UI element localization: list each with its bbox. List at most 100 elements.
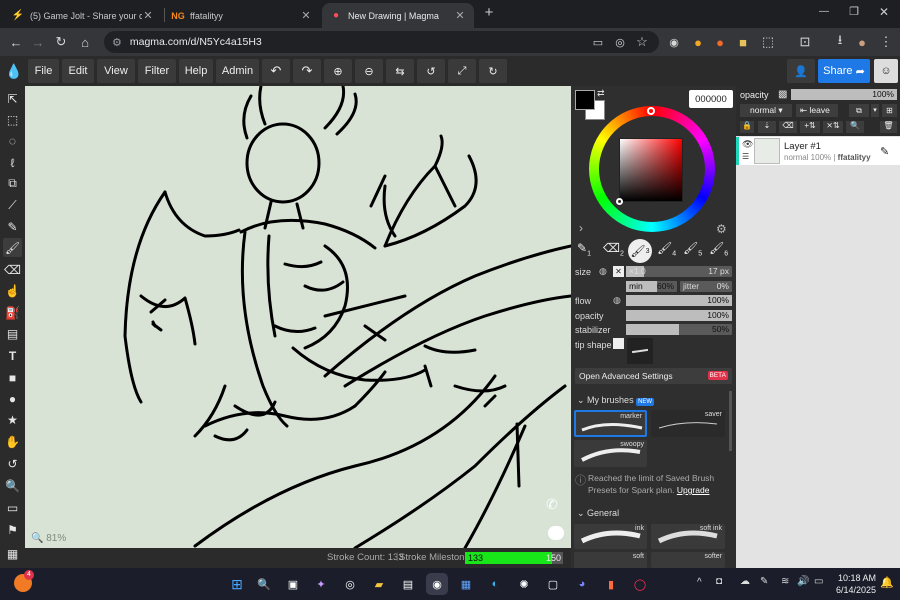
duplicate-layer-icon[interactable]: ⧉	[849, 104, 869, 117]
expand-chevron-icon[interactable]: ›	[579, 221, 583, 235]
file-explorer-icon[interactable]: ▰	[368, 573, 390, 595]
extension-icon[interactable]: ●	[710, 32, 730, 52]
new-tab-icon[interactable]: +	[480, 4, 498, 24]
zoom-in-icon[interactable]: ⊕	[324, 59, 352, 83]
clear-layer-icon[interactable]: ⌫	[779, 121, 797, 133]
layer-dropdown-icon[interactable]: ▾	[871, 104, 879, 117]
home-icon[interactable]: ⌂	[75, 32, 95, 52]
share-button[interactable]: Share ➦	[818, 59, 870, 83]
blend-mode-select[interactable]: normal ▾	[740, 104, 792, 117]
clock[interactable]: 10:18 AM 6/14/2025	[832, 572, 876, 596]
layer-visibility-icon[interactable]: 👁	[742, 139, 753, 150]
search-icon[interactable]: 🔍	[253, 573, 275, 595]
notepad-icon[interactable]: ▦	[455, 573, 477, 595]
size-slider[interactable]: ×1.0 17 px	[626, 266, 732, 277]
layer-item[interactable]: 👁 ☰ Layer #1 normal 100% | ffatalityy ✎	[736, 137, 900, 165]
brush-slot-3[interactable]: 🖌 3	[628, 239, 652, 263]
gradient-icon[interactable]: ▤	[3, 324, 22, 343]
min-slider[interactable]: min 60%	[626, 281, 677, 292]
eraser-icon[interactable]: ⌫	[3, 260, 22, 279]
hue-handle[interactable]	[647, 107, 655, 115]
film-icon[interactable]: ▦	[3, 544, 22, 563]
weather-widget-icon[interactable]: 4	[14, 570, 34, 592]
ellipse-tool-icon[interactable]: ●	[3, 389, 22, 408]
menu-help[interactable]: Help	[179, 59, 213, 83]
brush-icon[interactable]: 🖌	[3, 238, 22, 257]
restore-icon[interactable]: ❐	[846, 5, 862, 21]
minimize-icon[interactable]: —	[816, 6, 832, 22]
my-brushes-header[interactable]: ⌄ My brushes NEW	[577, 395, 655, 406]
address-bar[interactable]: ⚙ magma.com/d/N5Yc4a15H3	[104, 31, 659, 53]
lock-layer-icon[interactable]: 🔒	[740, 121, 754, 133]
task-view-icon[interactable]: ▣	[282, 573, 304, 595]
redo-icon[interactable]: ↷	[293, 59, 321, 83]
add-user-icon[interactable]: 👤	[787, 59, 815, 83]
fullscreen-icon[interactable]: ⤢	[448, 59, 476, 83]
text-tool-icon[interactable]: T	[3, 346, 22, 365]
pressure-icon[interactable]: ◍	[599, 266, 607, 277]
transform-icon[interactable]: ⧉	[3, 174, 22, 193]
menu-edit[interactable]: Edit	[62, 59, 94, 83]
circle-selection-icon[interactable]: ◌	[3, 131, 22, 150]
settings-gear-icon[interactable]: ⚙	[716, 222, 727, 236]
advanced-settings-button[interactable]: Open Advanced Settings BETA	[575, 368, 732, 384]
merge-down-icon[interactable]: ⇣	[758, 121, 776, 133]
wifi-icon[interactable]: ≋	[781, 576, 789, 587]
brush-opacity-slider[interactable]: 100%	[626, 310, 732, 321]
tray-app-icon[interactable]: ◘	[716, 576, 722, 587]
magma-logo-icon[interactable]: 💧	[3, 59, 25, 83]
pencil-icon[interactable]: ✎	[3, 217, 22, 236]
brush-preset-ink[interactable]: ink	[574, 524, 647, 549]
edge-icon[interactable]: ◐	[484, 573, 506, 595]
forward-icon[interactable]: →	[28, 32, 48, 52]
tab-gamejolt[interactable]: ⚡ (5) Game Jolt - Share your crea ✕	[4, 3, 162, 28]
reload-icon[interactable]: ↻	[51, 32, 71, 52]
site-info-icon[interactable]: ⚙	[112, 36, 122, 49]
phone-icon[interactable]: ✆	[546, 496, 564, 514]
brush-preset-marker[interactable]: marker	[574, 410, 647, 437]
windows-start-icon[interactable]: ⊞	[226, 573, 248, 595]
swap-colors-icon[interactable]: ⇄	[597, 88, 605, 99]
extension-icon[interactable]: ■	[733, 32, 753, 52]
pressure-icon[interactable]: ◍	[613, 295, 621, 306]
hand-tool-icon[interactable]: ✋	[3, 432, 22, 451]
brush-slot-6[interactable]: 🖌6	[709, 241, 731, 263]
move-tool-icon[interactable]: ⇱	[3, 89, 22, 108]
hex-color-input[interactable]: 000000	[689, 90, 733, 108]
flip-icon[interactable]: ⇆	[386, 59, 414, 83]
rotate-left-icon[interactable]: ↺	[417, 59, 445, 83]
tab-search-icon[interactable]: ⊡	[795, 32, 815, 52]
brush-preset-softer[interactable]: softer	[651, 552, 725, 568]
leave-button[interactable]: ⇤ leave	[796, 104, 838, 117]
brush-preset-soft-ink[interactable]: soft ink	[651, 524, 725, 549]
drawing-canvas[interactable]: ✆ 🔍 81%	[25, 86, 571, 548]
primary-color-swatch[interactable]	[575, 90, 595, 110]
selection-tool-icon[interactable]: ⬚	[3, 110, 22, 129]
pen-icon[interactable]: ✎	[760, 576, 768, 587]
transparency-lock-icon[interactable]: ▩	[778, 89, 787, 100]
bookmark-star-icon[interactable]: ☆	[632, 32, 652, 52]
user-avatar[interactable]: ☺	[874, 59, 898, 83]
flow-slider[interactable]: 100%	[626, 295, 732, 306]
smudge-icon[interactable]: ☝	[3, 281, 22, 300]
zoom-out-icon[interactable]: ⊖	[355, 59, 383, 83]
close-tab-icon[interactable]: ✕	[142, 9, 154, 22]
battery-icon[interactable]: ▭	[814, 576, 823, 587]
timelapse-icon[interactable]: ⚑	[3, 520, 22, 539]
menu-admin[interactable]: Admin	[216, 59, 259, 83]
store-icon[interactable]: ▤	[397, 573, 419, 595]
new-layer-icon[interactable]: ⊞	[882, 104, 897, 117]
brush-preset-swoopy[interactable]: swoopy	[574, 440, 647, 467]
copilot-icon[interactable]: ✦	[310, 573, 332, 595]
chat-bubble-icon[interactable]	[548, 526, 564, 540]
saturation-value-square[interactable]	[619, 138, 683, 202]
delete-layer-icon[interactable]: 🗑	[880, 121, 897, 133]
onedrive-icon[interactable]: ☁	[740, 576, 750, 587]
paint-bucket-icon[interactable]: ⛽	[3, 303, 22, 322]
brush-slot-5[interactable]: 🖌5	[683, 241, 705, 263]
brush-slot-4[interactable]: 🖌4	[657, 241, 679, 263]
jitter-slider[interactable]: jitter 0%	[680, 281, 732, 292]
merge-layers-icon[interactable]: ⨯⇅	[823, 121, 843, 133]
rectangle-tool-icon[interactable]: ■	[3, 368, 22, 387]
color-handle[interactable]	[616, 198, 623, 205]
